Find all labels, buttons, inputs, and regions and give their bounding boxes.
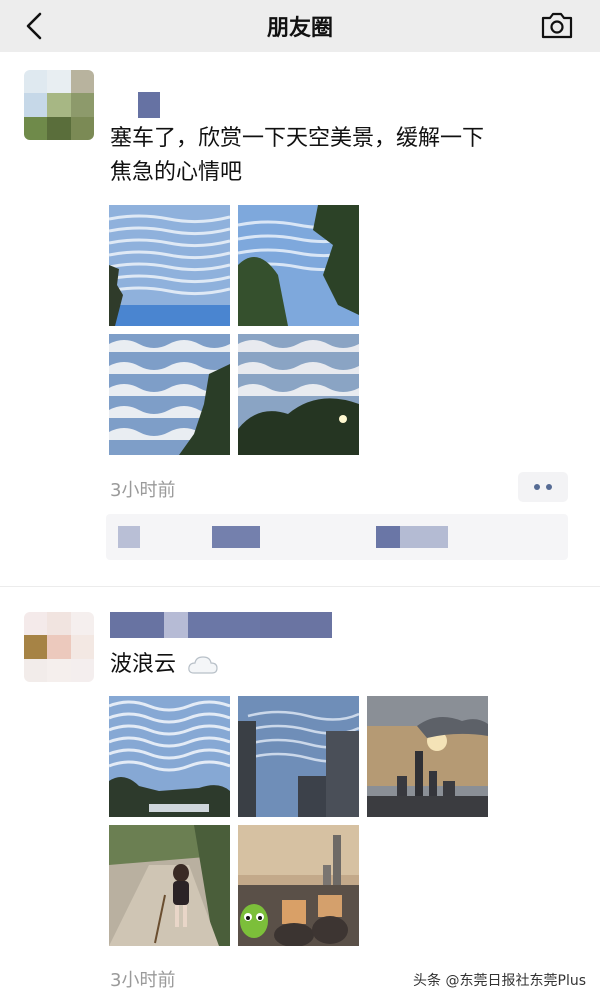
avatar[interactable]: [24, 612, 94, 682]
camera-icon[interactable]: [540, 10, 574, 40]
photo-thumbnail[interactable]: [109, 696, 230, 817]
photo-thumbnail[interactable]: [238, 825, 359, 946]
likes-bar-blurred: [106, 514, 568, 560]
page-title: 朋友圈: [266, 16, 333, 41]
photo-thumbnail[interactable]: [238, 696, 359, 817]
cloud-emoji-icon: [188, 656, 218, 674]
more-actions-button[interactable]: [518, 472, 568, 502]
photo-thumbnail[interactable]: [238, 334, 359, 455]
dot-icon: [546, 484, 552, 490]
dot-icon: [534, 484, 540, 490]
post-text-line: 塞车了，欣赏一下天空美景，缓解一下: [110, 126, 485, 151]
photo-thumbnail[interactable]: [109, 334, 230, 455]
photo-thumbnail[interactable]: [238, 205, 359, 326]
avatar[interactable]: [24, 70, 94, 140]
post-time: 3小时前: [110, 970, 176, 991]
top-nav-bar: 朋友圈: [0, 0, 600, 52]
nickname-blurred[interactable]: [110, 92, 160, 118]
photo-thumbnail[interactable]: [109, 205, 230, 326]
photo-thumbnail[interactable]: [367, 696, 488, 817]
nickname-blurred[interactable]: [110, 612, 332, 638]
post-text: 波浪云: [110, 648, 570, 682]
divider: [0, 586, 600, 587]
watermark: 头条 @东莞日报社东莞Plus: [413, 973, 586, 989]
post-text: 塞车了，欣赏一下天空美景，缓解一下 焦急的心情吧: [110, 122, 570, 190]
post-text-line: 波浪云: [110, 652, 177, 677]
post-text-line: 焦急的心情吧: [110, 160, 243, 185]
post-time: 3小时前: [110, 480, 176, 501]
photo-thumbnail[interactable]: [109, 825, 230, 946]
